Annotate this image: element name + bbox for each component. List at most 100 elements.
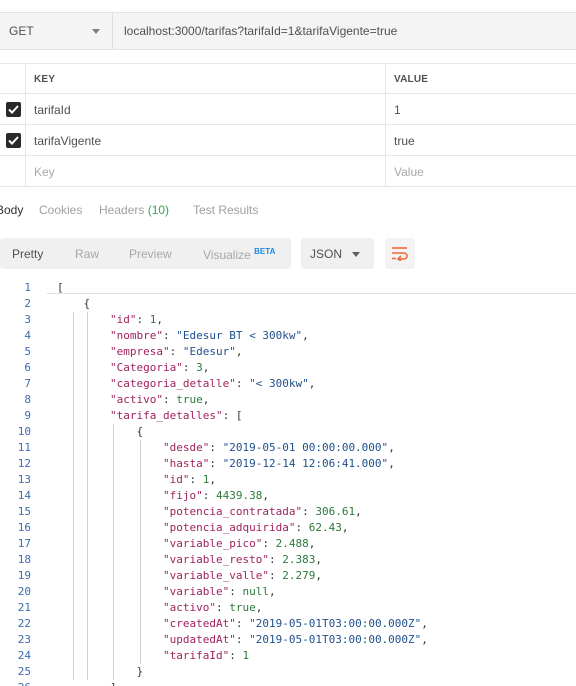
line-number: 8	[24, 393, 31, 406]
code-token: 2.279	[282, 569, 316, 582]
key-column-header: KEY	[34, 74, 56, 85]
code-token: "id"	[163, 473, 190, 486]
code-text: "id": 1,	[163, 473, 216, 486]
code-token: {	[83, 297, 91, 310]
code-token: "2019-05-01 00:00:00.000"	[222, 441, 389, 454]
code-token: "categoria_detalle"	[110, 377, 236, 390]
code-token: "2019-05-01T03:00:00.000Z"	[249, 633, 422, 646]
code-text: "categoria_detalle": "< 300kw",	[110, 377, 315, 390]
code-token: :	[209, 457, 223, 470]
code-token: :	[262, 537, 276, 550]
response-body-viewer[interactable]: 1[2{3 "id": 1, 4 "nombre": "Edesur BT < 300…	[0, 279, 576, 686]
code-token: 4439.38	[216, 489, 263, 502]
code-token: ]	[110, 681, 117, 686]
line-number: 11	[17, 441, 31, 454]
param-key-input[interactable]: Key	[34, 165, 55, 179]
code-token: ,	[315, 569, 322, 582]
code-token: 1	[242, 649, 250, 662]
raw-button[interactable]: Raw	[75, 247, 99, 261]
line-number: 16	[17, 521, 31, 534]
tab-body[interactable]: Body	[0, 203, 23, 217]
url-input[interactable]: localhost:3000/tarifas?tarifaId=1&tarifa…	[124, 24, 397, 38]
code-token: "potencia_contratada"	[163, 505, 303, 518]
line-number: 22	[17, 617, 31, 630]
code-token: "variable_pico"	[163, 537, 263, 550]
code-token: "id"	[110, 313, 137, 326]
code-token: }	[136, 665, 144, 678]
param-key[interactable]: tarifaVigente	[34, 134, 101, 148]
code-token: ,	[388, 441, 395, 454]
param-key[interactable]: tarifaId	[34, 103, 71, 117]
code-text: "createdAt": "2019-05-01T03:00:00.000Z",	[163, 617, 428, 630]
line-number: 3	[24, 313, 31, 326]
line-number: 23	[17, 633, 31, 646]
code-text: "empresa": "Edesur",	[110, 345, 242, 358]
code-text: "desde": "2019-05-01 00:00:00.000",	[163, 441, 395, 454]
param-checkbox[interactable]	[6, 102, 21, 117]
code-token: "empresa"	[110, 345, 170, 358]
code-text: "fijo": 4439.38,	[163, 489, 269, 502]
line-number: 25	[17, 665, 31, 678]
code-text: "variable": null,	[163, 585, 276, 598]
code-token: "< 300kw"	[249, 377, 309, 390]
code-token: ,	[421, 633, 428, 646]
code-token: :	[295, 521, 309, 534]
code-token: "updatedAt"	[163, 633, 236, 646]
format-select[interactable]: JSON	[301, 238, 374, 269]
code-token: : [	[222, 409, 243, 422]
code-token: :	[136, 313, 150, 326]
line-number: 6	[24, 361, 31, 374]
code-token: :	[235, 633, 250, 646]
code-text: "variable_pico": 2.488,	[163, 537, 315, 550]
code-text: "potencia_adquirida": 62.43,	[163, 521, 348, 534]
code-token: "2019-05-01T03:00:00.000Z"	[249, 617, 422, 630]
pretty-button[interactable]: Pretty	[12, 247, 43, 261]
param-value[interactable]: true	[394, 134, 415, 148]
code-token: ,	[202, 393, 210, 406]
code-token: "tarifaId"	[163, 649, 230, 662]
headers-count-badge: (10)	[147, 203, 170, 217]
code-token: ,	[202, 361, 210, 374]
code-token: true	[229, 601, 256, 614]
tab-headers-label: Headers	[99, 203, 145, 217]
code-text: "potencia_contratada": 306.61,	[163, 505, 362, 518]
code-token: "tarifa_detalles"	[110, 409, 223, 422]
code-token: :	[215, 601, 230, 614]
code-token: null	[242, 585, 269, 598]
code-token: ,	[209, 473, 216, 486]
line-number: 17	[17, 537, 31, 550]
param-value[interactable]: 1	[394, 103, 401, 117]
chevron-down-icon	[352, 252, 360, 257]
preview-button[interactable]: Preview	[129, 247, 172, 261]
visualize-button[interactable]: Visualize BETA	[203, 247, 275, 262]
wrap-lines-button[interactable]	[385, 238, 415, 269]
line-number: 4	[24, 329, 31, 342]
code-token: 62.43	[308, 521, 342, 534]
code-text: {	[84, 297, 91, 310]
line-number: 9	[24, 409, 31, 422]
code-token: 306.61	[315, 505, 356, 518]
code-text: "variable_valle": 2.279,	[163, 569, 322, 582]
code-text: "tarifaId": 1	[163, 649, 249, 662]
param-checkbox[interactable]	[6, 133, 21, 148]
response-toolbar: Pretty Raw Preview Visualize BETA JSON	[0, 238, 576, 269]
wrap-lines-icon	[392, 247, 408, 261]
param-value-input[interactable]: Value	[394, 165, 424, 179]
code-text: [	[57, 281, 64, 294]
beta-badge: BETA	[254, 247, 276, 256]
method-select[interactable]: GET	[0, 13, 113, 49]
format-label: JSON	[310, 247, 343, 261]
code-token: :	[229, 585, 243, 598]
line-number: 5	[24, 345, 31, 358]
line-number: 19	[17, 569, 31, 582]
tab-cookies[interactable]: Cookies	[39, 203, 82, 217]
tab-test-results[interactable]: Test Results	[193, 203, 258, 217]
line-number: 14	[17, 489, 31, 502]
tab-headers[interactable]: Headers (10)	[99, 203, 169, 217]
code-token: "potencia_adquirida"	[163, 521, 296, 534]
code-token: :	[202, 489, 216, 502]
code-line: 1[	[0, 280, 576, 296]
code-token: {	[136, 425, 144, 438]
code-token: "2019-12-14 12:06:41.000"	[222, 457, 389, 470]
code-token: :	[268, 569, 283, 582]
